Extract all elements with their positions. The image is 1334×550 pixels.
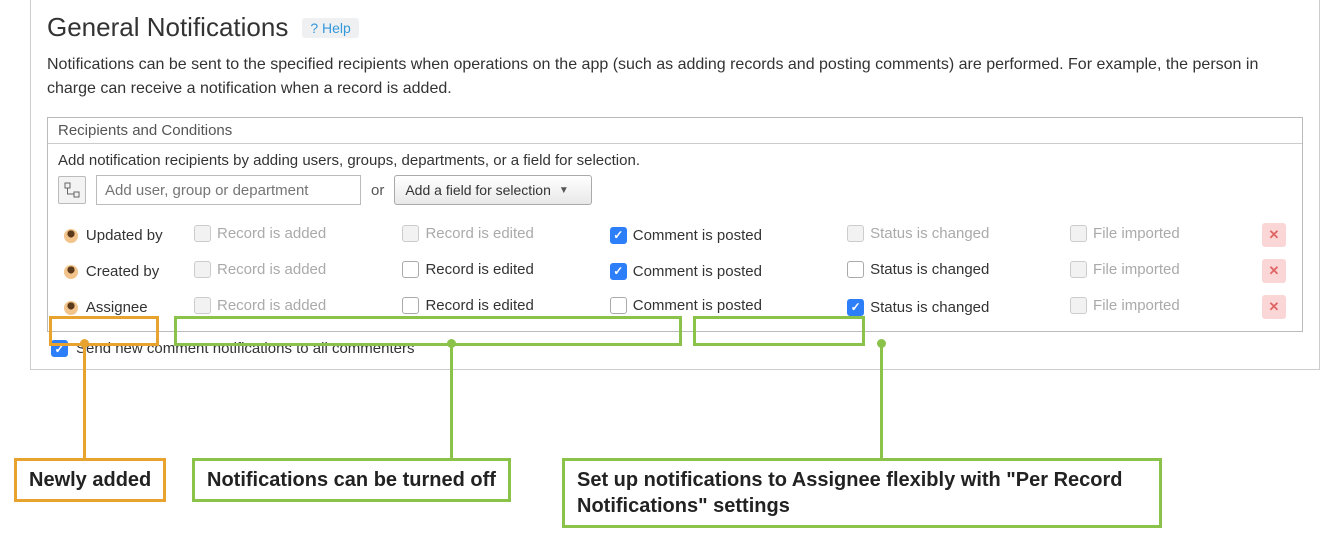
section-instruction: Add notification recipients by adding us… <box>58 152 1292 169</box>
org-tree-icon[interactable] <box>58 176 86 204</box>
checkbox-comment-posted[interactable] <box>610 227 627 244</box>
checkbox-label: Status is changed <box>870 225 989 242</box>
checkbox-status-changed[interactable] <box>847 299 864 316</box>
checkbox-label: Record is added <box>217 225 326 242</box>
checkbox-label: Comment is posted <box>633 227 762 244</box>
avatar-icon <box>64 265 78 279</box>
checkbox-label: Comment is posted <box>633 263 762 280</box>
section-body: Add notification recipients by adding us… <box>48 143 1302 331</box>
checkbox-record-added <box>194 297 211 314</box>
header-row: General Notifications ? Help <box>47 12 1303 43</box>
checkbox-label: Record is edited <box>425 225 533 242</box>
add-field-select[interactable]: Add a field for selection ▼ <box>394 175 591 205</box>
checkbox-file-imported <box>1070 261 1087 278</box>
table-row: Assignee Record is added Record is edite… <box>58 291 1292 323</box>
checkbox-record-edited[interactable] <box>402 297 419 314</box>
or-label: or <box>371 182 384 199</box>
footer-checkbox-row: Send new comment notifications to all co… <box>47 332 1303 357</box>
delete-button[interactable]: ✕ <box>1262 295 1286 319</box>
checkbox-record-edited <box>402 225 419 242</box>
delete-button[interactable]: ✕ <box>1262 259 1286 283</box>
checkbox-comment-posted[interactable] <box>610 263 627 280</box>
callout-newly-added: Newly added <box>14 458 166 502</box>
checkbox-label: Status is changed <box>870 261 989 278</box>
checkbox-file-imported <box>1070 225 1087 242</box>
checkbox-label: Record is edited <box>425 297 533 314</box>
checkbox-label: Record is added <box>217 261 326 278</box>
avatar-icon <box>64 301 78 315</box>
checkbox-record-added <box>194 261 211 278</box>
checkbox-label: File imported <box>1093 261 1180 278</box>
callout-flexible: Set up notifications to Assignee flexibl… <box>562 458 1162 528</box>
checkbox-commenters[interactable] <box>51 340 68 357</box>
recipient-name: Assignee <box>86 299 148 316</box>
delete-button[interactable]: ✕ <box>1262 223 1286 247</box>
description-text: Notifications can be sent to the specifi… <box>47 53 1303 101</box>
avatar-icon <box>64 229 78 243</box>
checkbox-comment-posted[interactable] <box>610 297 627 314</box>
checkbox-record-added <box>194 225 211 242</box>
add-user-input[interactable] <box>96 175 361 205</box>
checkbox-status-changed <box>847 225 864 242</box>
checkbox-label: Record is added <box>217 297 326 314</box>
footer-checkbox-label: Send new comment notifications to all co… <box>76 340 415 357</box>
settings-panel: General Notifications ? Help Notificatio… <box>30 0 1320 370</box>
add-field-select-label: Add a field for selection <box>405 182 551 198</box>
chevron-down-icon: ▼ <box>559 185 569 196</box>
recipients-table: Updated by Record is added Record is edi… <box>58 215 1292 327</box>
section-title: Recipients and Conditions <box>48 118 1302 143</box>
page-title: General Notifications <box>47 12 288 43</box>
table-row: Updated by Record is added Record is edi… <box>58 219 1292 251</box>
checkbox-label: File imported <box>1093 297 1180 314</box>
callout-turned-off: Notifications can be turned off <box>192 458 511 502</box>
checkbox-label: File imported <box>1093 225 1180 242</box>
checkbox-label: Comment is posted <box>633 297 762 314</box>
checkbox-file-imported <box>1070 297 1087 314</box>
recipient-name: Created by <box>86 263 159 280</box>
checkbox-record-edited[interactable] <box>402 261 419 278</box>
add-recipient-row: or Add a field for selection ▼ <box>58 175 1292 205</box>
checkbox-label: Record is edited <box>425 261 533 278</box>
checkbox-status-changed[interactable] <box>847 261 864 278</box>
help-link[interactable]: ? Help <box>302 18 358 38</box>
checkbox-label: Status is changed <box>870 299 989 316</box>
recipients-section: Recipients and Conditions Add notificati… <box>47 117 1303 332</box>
recipient-name: Updated by <box>86 227 163 244</box>
table-row: Created by Record is added Record is edi… <box>58 255 1292 287</box>
